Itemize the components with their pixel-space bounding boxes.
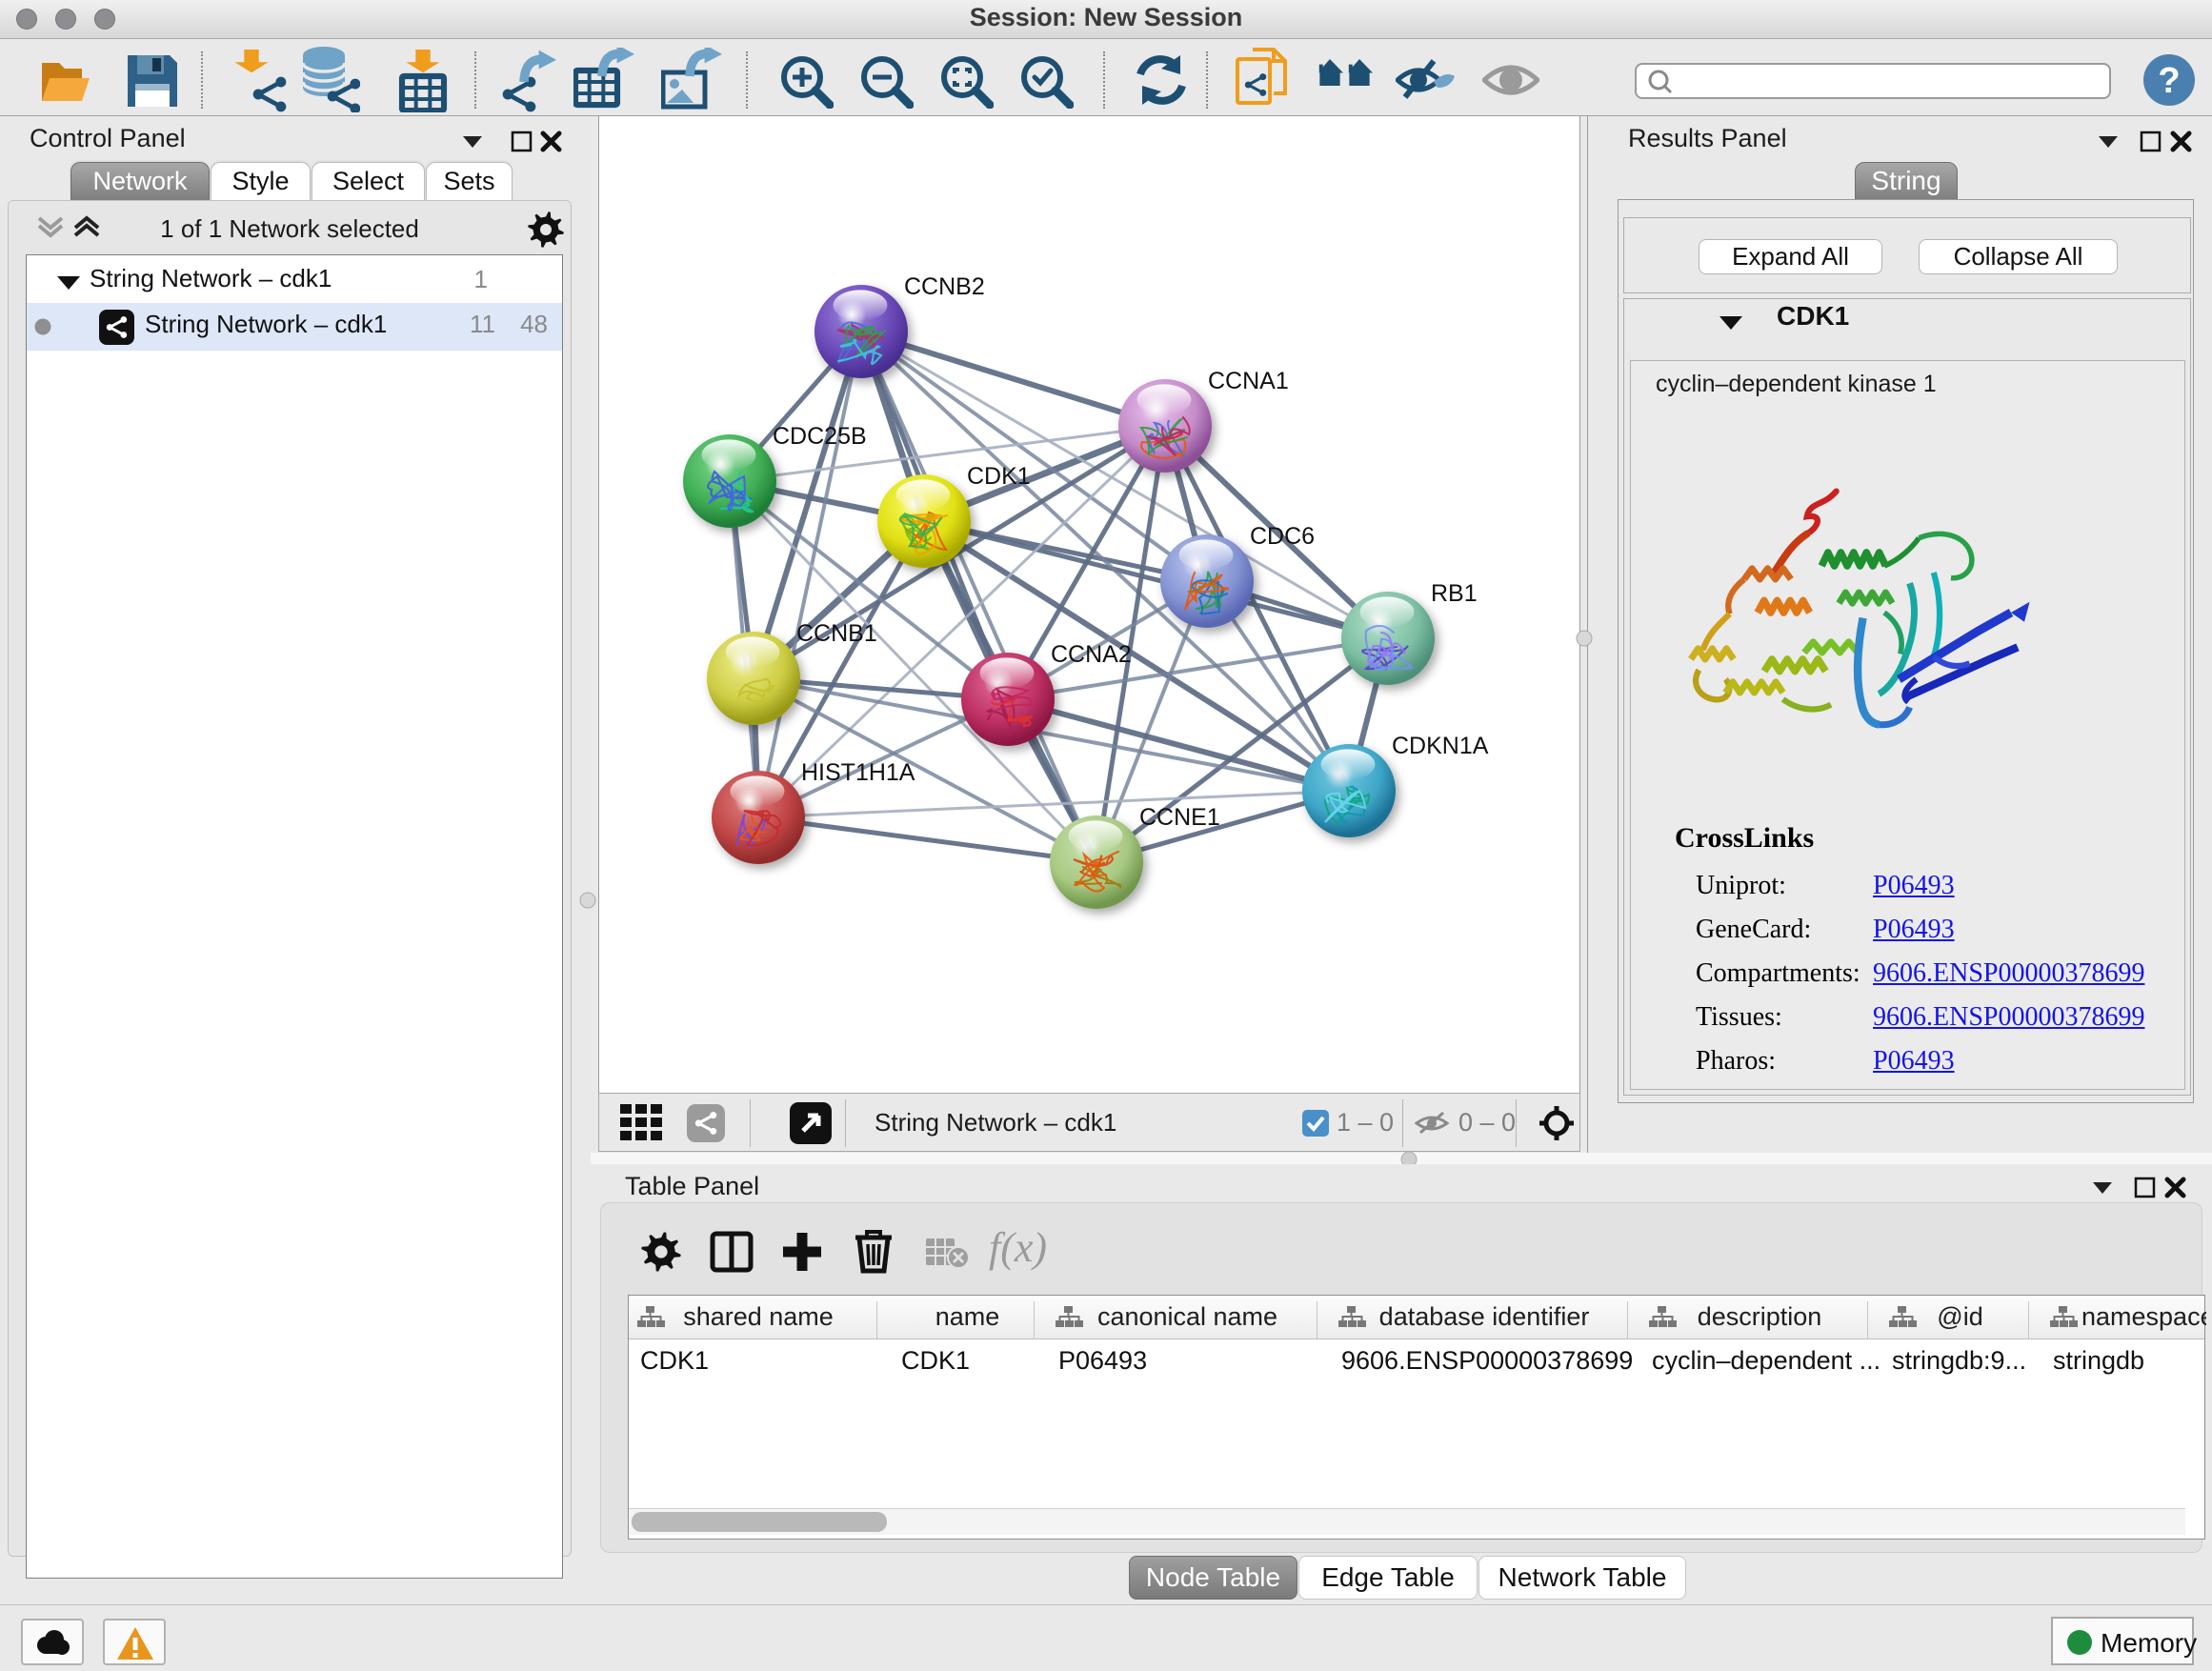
svg-text:?: ? [2158, 61, 2180, 101]
svg-text:CDKN1A: CDKN1A [1392, 733, 1489, 759]
svg-text:CCNA1: CCNA1 [1208, 368, 1289, 394]
svg-text:RB1: RB1 [1431, 580, 1478, 607]
svg-text:CCNA2: CCNA2 [1051, 641, 1132, 668]
svg-text:CDK1: CDK1 [967, 463, 1031, 490]
svg-text:CCNB2: CCNB2 [904, 273, 985, 300]
svg-text:CCNB1: CCNB1 [796, 620, 877, 647]
svg-text:CDC25B: CDC25B [773, 423, 867, 450]
svg-text:HIST1H1A: HIST1H1A [801, 759, 915, 786]
svg-text:CCNE1: CCNE1 [1139, 804, 1220, 831]
svg-text:CDC6: CDC6 [1250, 523, 1315, 550]
